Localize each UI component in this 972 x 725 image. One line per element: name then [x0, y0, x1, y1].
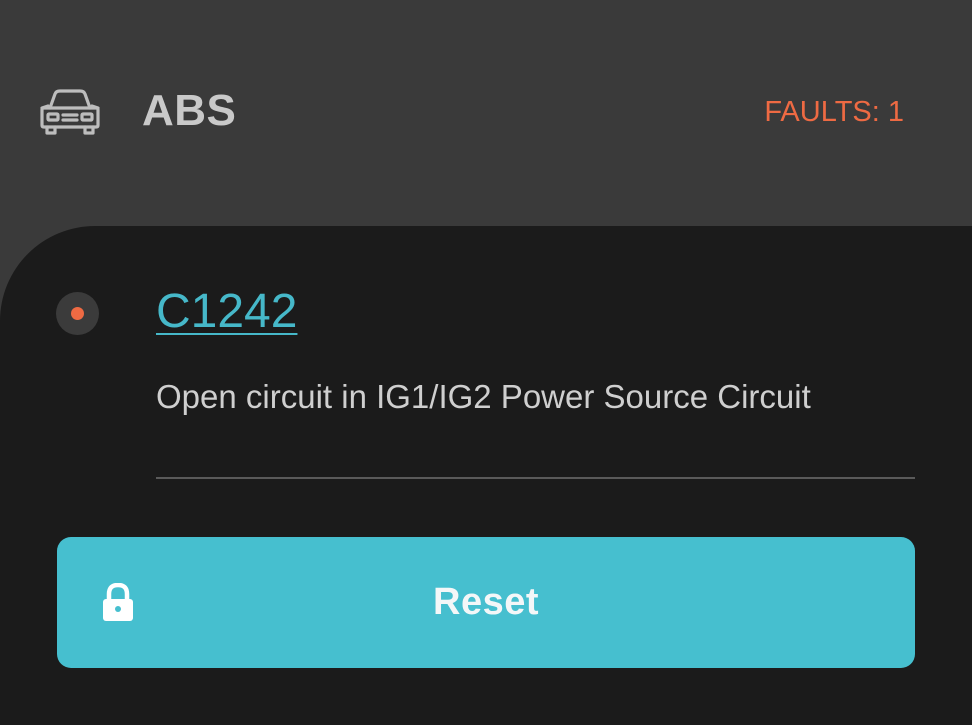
fault-description: Open circuit in IG1/IG2 Power Source Cir…: [156, 378, 811, 415]
status-dot-icon: [71, 307, 84, 320]
reset-button-label: Reset: [433, 581, 539, 623]
module-title: ABS: [142, 86, 237, 135]
faults-count: FAULTS: 1: [764, 96, 904, 128]
reset-button[interactable]: Reset: [57, 537, 915, 668]
fault-status-indicator: [56, 292, 99, 335]
car-icon: [40, 89, 100, 135]
module-header: ABS FAULTS: 1: [0, 0, 972, 226]
divider: [156, 477, 915, 479]
screen: ABS FAULTS: 1 C1242 Open circuit in IG1/…: [0, 0, 972, 725]
fault-code-link[interactable]: C1242: [156, 284, 297, 339]
